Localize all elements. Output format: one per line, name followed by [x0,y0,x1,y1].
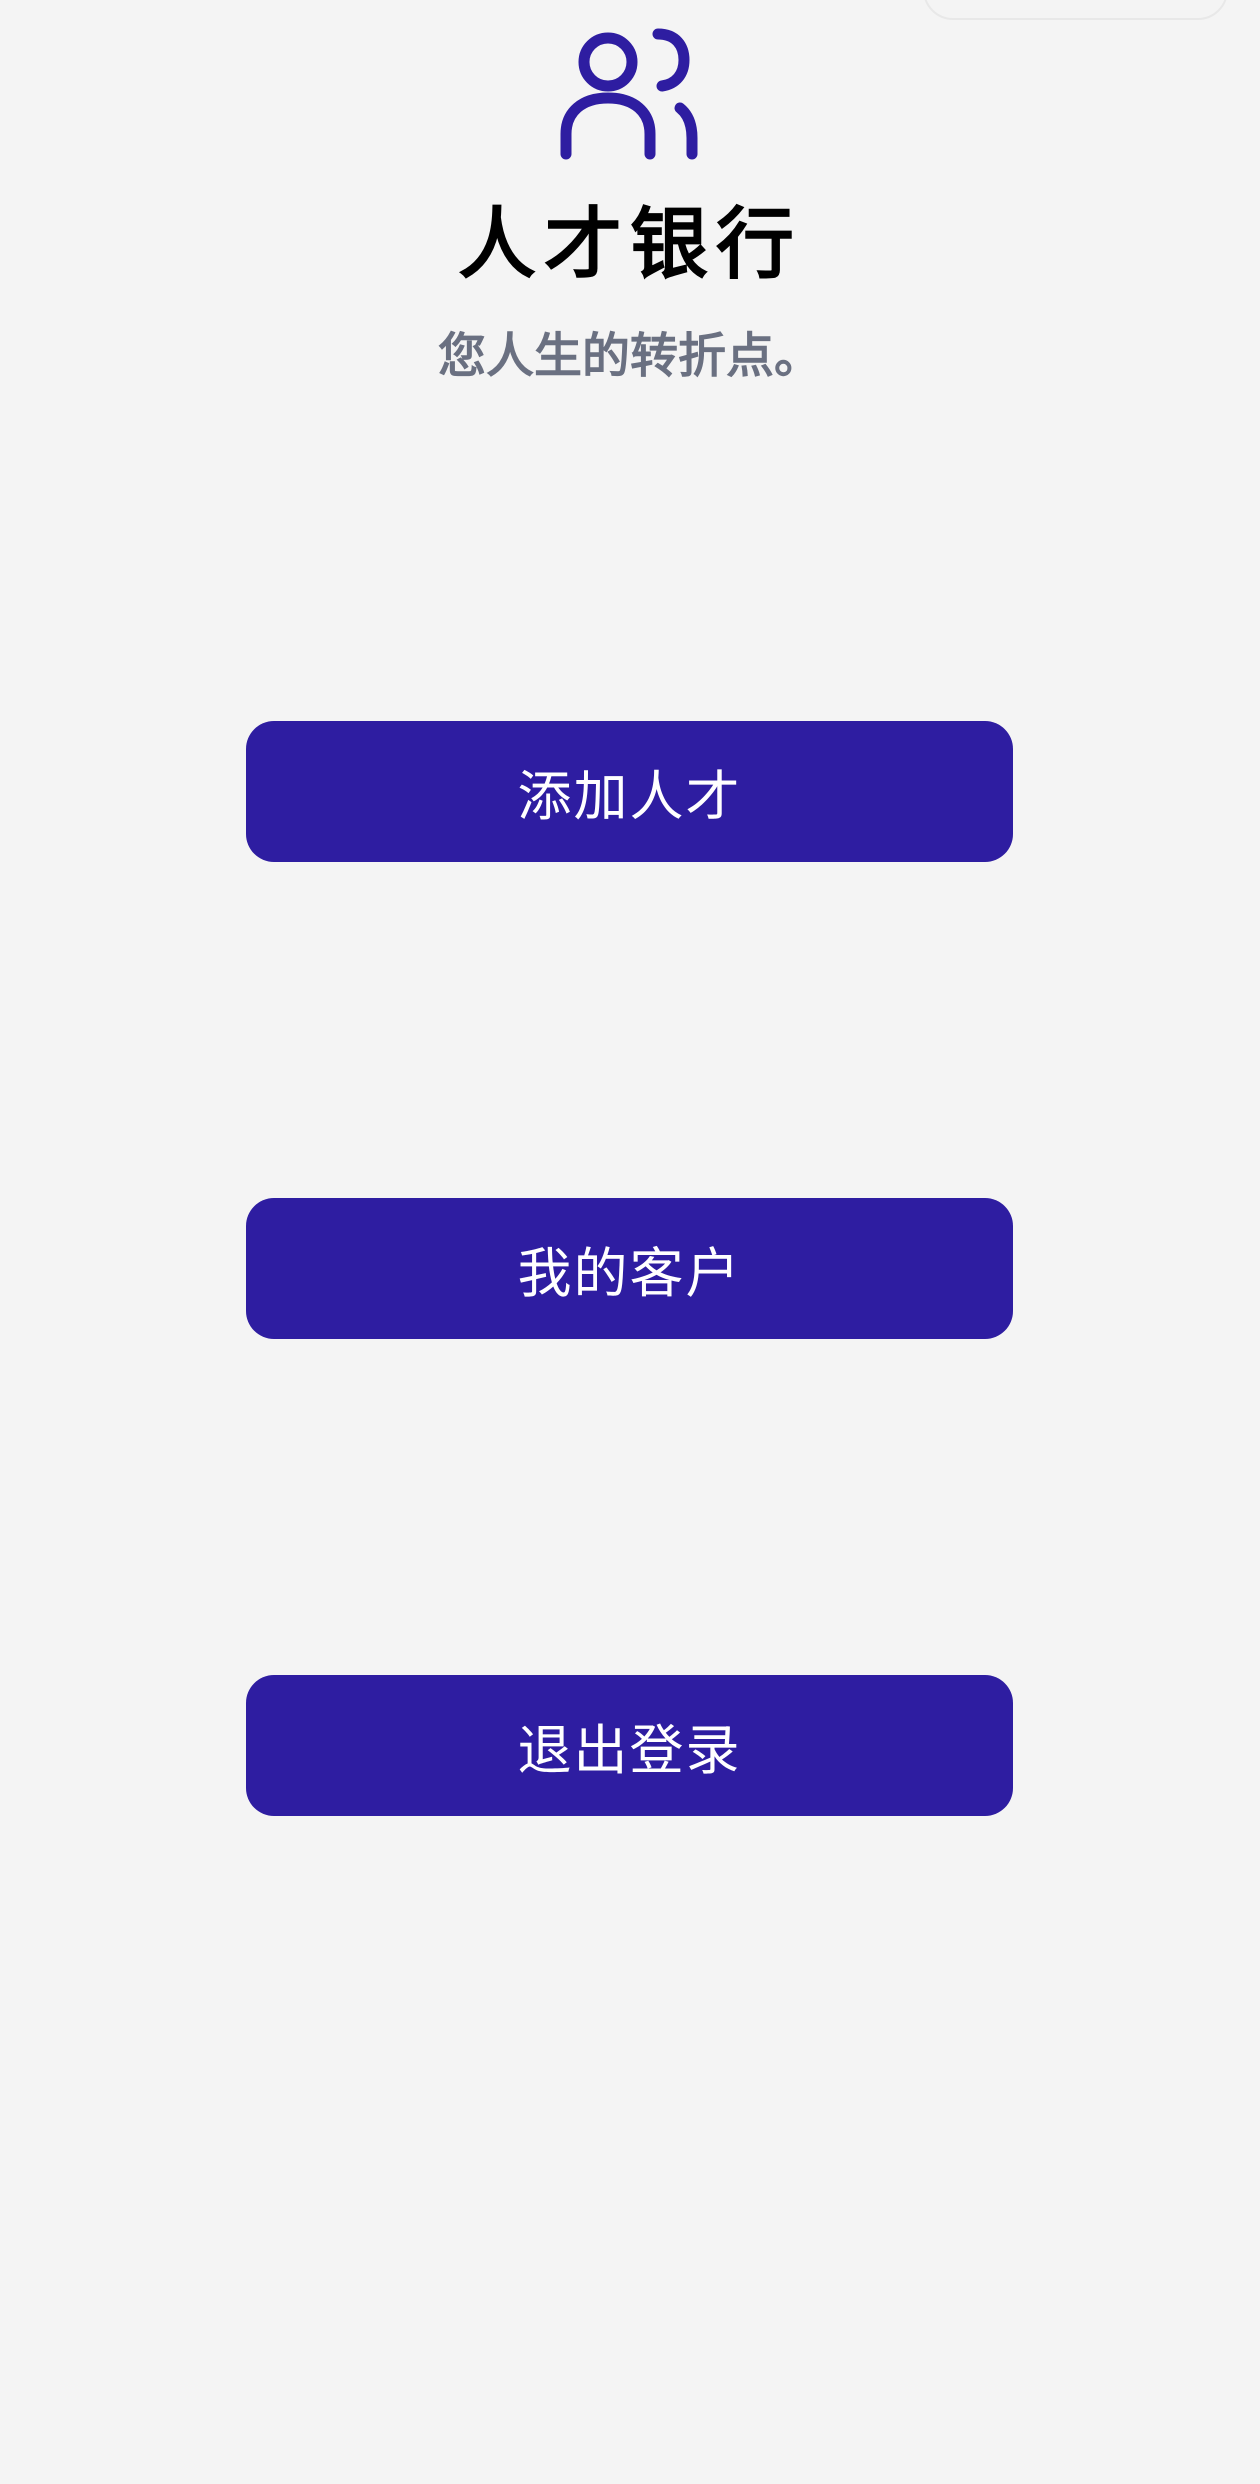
my-clients-label: 我的客户 [517,1242,742,1305]
app-title: 人才银行 [457,200,802,290]
my-clients-button[interactable]: 我的客户 [246,1198,1013,1339]
add-talent-label: 添加人才 [517,765,742,828]
top-right-pill [923,0,1228,20]
app-subtitle: 您人生的转折点。 [437,328,822,384]
logout-button[interactable]: 退出登录 [246,1675,1013,1816]
logout-label: 退出登录 [517,1719,742,1782]
users-icon [558,24,700,164]
add-talent-button[interactable]: 添加人才 [246,721,1013,862]
